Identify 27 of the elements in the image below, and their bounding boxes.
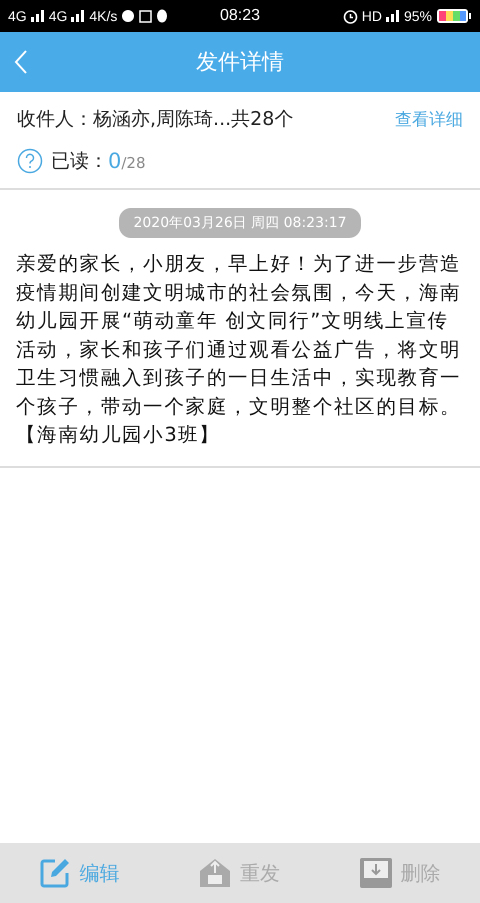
status-text: 4G xyxy=(48,8,68,24)
signal-icon xyxy=(71,10,86,22)
view-details-link[interactable]: 查看详细 xyxy=(395,108,463,130)
read-label: 已读： xyxy=(51,149,108,174)
page-title: 发件详情 xyxy=(196,49,284,77)
envelope-upload-icon xyxy=(198,857,232,889)
read-total: /28 xyxy=(121,154,146,172)
signal-icon xyxy=(30,10,45,22)
status-text: 4G xyxy=(8,8,27,24)
back-icon[interactable] xyxy=(14,49,28,75)
status-text: 4K/s xyxy=(89,8,118,24)
recipients-names: 杨涵亦,周陈琦...共28个 xyxy=(93,107,294,132)
help-icon[interactable] xyxy=(17,148,43,174)
message-text: 亲爱的家长，小朋友，早上好！为了进一步营造疫情期间创建文明城市的社会氛围，今天，海南幼儿园开展“萌动童年 创文同行”文明线上宣传活动，家长和孩子们通过观看公益广告，将文明卫生习惯融入到孩子的一日生活中，实现教育一个孩子，带动一个家庭，文明整个社区的目标。 xyxy=(16,251,462,420)
battery-percent: 95% xyxy=(404,8,432,24)
battery-icon xyxy=(436,8,472,24)
edit-icon xyxy=(39,857,72,889)
toolbar-button[interactable]: 编辑 xyxy=(35,853,124,893)
status-time: 08:23 xyxy=(220,7,260,25)
signal-icon xyxy=(386,10,400,22)
alarm-icon xyxy=(342,8,358,24)
inbox-download-icon xyxy=(358,857,393,889)
timestamp: 2020年03月26日 周四 08:23:17 xyxy=(119,208,361,238)
message-signature: 【海南幼儿园小3班】 xyxy=(16,422,222,448)
recipients-label: 收件人： xyxy=(17,107,93,132)
read-count: 0 xyxy=(108,149,122,173)
status-text: HD xyxy=(362,8,382,24)
